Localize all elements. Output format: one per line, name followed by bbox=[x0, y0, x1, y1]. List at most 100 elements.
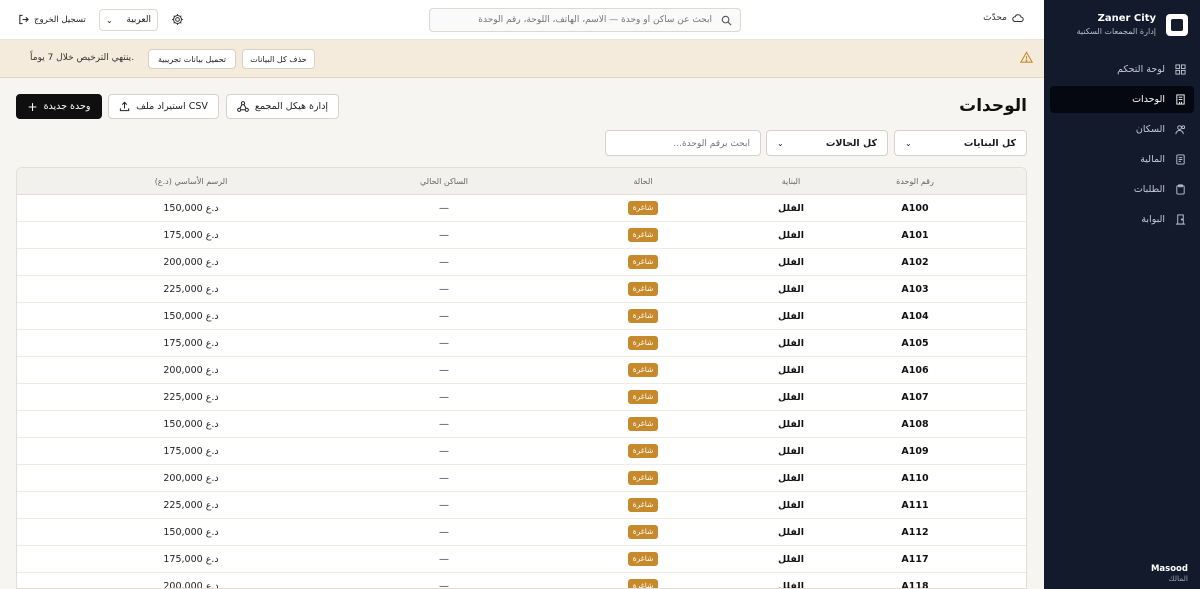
table-row[interactable]: A111 الفلل شاغرة — 225,000 د.ع bbox=[17, 492, 1026, 519]
table-row[interactable]: A112 الفلل شاغرة — 150,000 د.ع bbox=[17, 519, 1026, 546]
unit-status-cell: شاغرة bbox=[583, 411, 703, 438]
status-badge: شاغرة bbox=[627, 443, 659, 458]
user-role: المالك bbox=[1168, 574, 1188, 583]
sidebar-item-label: الطلبات bbox=[1133, 184, 1165, 195]
table-row[interactable]: A100 الفلل شاغرة — 150,000 د.ع bbox=[17, 195, 1026, 222]
table-row[interactable]: A104 الفلل شاغرة — 150,000 د.ع bbox=[17, 303, 1026, 330]
delete-all-data-button[interactable]: حذف كل البيانات bbox=[242, 49, 315, 69]
unit-building: الفلل bbox=[777, 581, 805, 589]
sidebar-item-residents[interactable]: السكان bbox=[1050, 116, 1194, 143]
new-unit-button[interactable]: + وحدة جديدة bbox=[16, 94, 102, 119]
new-unit-label: وحدة جديدة bbox=[43, 101, 91, 112]
unit-fee: 175,000 د.ع bbox=[163, 230, 219, 241]
table-row[interactable]: A108 الفلل شاغرة — 150,000 د.ع bbox=[17, 411, 1026, 438]
unit-building: الفلل bbox=[777, 446, 805, 457]
warning-icon bbox=[1020, 51, 1033, 63]
building-icon bbox=[1176, 94, 1185, 105]
table-row[interactable]: A109 الفلل شاغرة — 175,000 د.ع bbox=[17, 438, 1026, 465]
unit-resident: — bbox=[439, 473, 449, 484]
unit-status-cell: شاغرة bbox=[583, 465, 703, 492]
global-search[interactable] bbox=[429, 8, 741, 32]
header-fee[interactable]: الرسم الأساسي (د.ع) bbox=[131, 168, 251, 195]
gear-icon[interactable] bbox=[171, 13, 184, 26]
license-banner: حذف كل البيانات تحميل بيانات تجريبية ينت… bbox=[0, 40, 1044, 78]
unit-resident: — bbox=[439, 284, 449, 295]
manage-structure-button[interactable]: إدارة هيكل المجمع bbox=[226, 94, 339, 119]
header-building[interactable]: البناية bbox=[731, 168, 851, 195]
table-row[interactable]: A118 الفلل شاغرة — 200,000 د.ع bbox=[17, 573, 1026, 589]
units-table: رقم الوحدة البناية الحالة الساكن الحالي … bbox=[16, 167, 1027, 589]
status-badge: شاغرة bbox=[627, 227, 659, 242]
header-resident[interactable]: الساكن الحالي bbox=[384, 168, 504, 195]
status-badge: شاغرة bbox=[627, 335, 659, 350]
search-input[interactable] bbox=[438, 12, 714, 28]
user-profile[interactable]: Masood المالك bbox=[1151, 564, 1188, 583]
language-select[interactable]: ⌄ العربية bbox=[99, 9, 158, 31]
brand-logo-icon bbox=[1166, 14, 1188, 36]
hierarchy-icon bbox=[237, 101, 249, 112]
table-row[interactable]: A107 الفلل شاغرة — 225,000 د.ع bbox=[17, 384, 1026, 411]
unit-search-input[interactable] bbox=[606, 132, 760, 156]
status-badge: شاغرة bbox=[627, 470, 659, 485]
sidebar-item-gate[interactable]: البوابة bbox=[1050, 206, 1194, 233]
table-row[interactable]: A105 الفلل شاغرة — 175,000 د.ع bbox=[17, 330, 1026, 357]
table-row[interactable]: A103 الفلل شاغرة — 225,000 د.ع bbox=[17, 276, 1026, 303]
user-name: Masood bbox=[1150, 564, 1188, 574]
unit-building: الفلل bbox=[777, 473, 805, 484]
brand: Zaner City إدارة المجمعات السكنية bbox=[1077, 12, 1188, 38]
building-filter-value: كل البنايات bbox=[963, 137, 1016, 149]
unit-number: A118 bbox=[901, 581, 929, 589]
sidebar-item-units[interactable]: الوحدات bbox=[1050, 86, 1194, 113]
status-badge: شاغرة bbox=[627, 200, 659, 215]
table-row[interactable]: A106 الفلل شاغرة — 200,000 د.ع bbox=[17, 357, 1026, 384]
sync-status: محدّث bbox=[983, 13, 1024, 23]
sidebar-item-label: لوحة التحكم bbox=[1117, 64, 1165, 75]
import-csv-button[interactable]: استيراد ملف CSV bbox=[108, 94, 219, 119]
building-filter[interactable]: كل البنايات ⌄ bbox=[894, 130, 1027, 156]
unit-number: A108 bbox=[901, 419, 929, 430]
unit-building: الفلل bbox=[777, 338, 805, 349]
sidebar-item-requests[interactable]: الطلبات bbox=[1050, 176, 1194, 203]
table-row[interactable]: A102 الفلل شاغرة — 200,000 د.ع bbox=[17, 249, 1026, 276]
unit-fee: 175,000 د.ع bbox=[163, 338, 219, 349]
unit-status-cell: شاغرة bbox=[583, 276, 703, 303]
unit-building: الفلل bbox=[777, 203, 805, 214]
unit-number: A110 bbox=[901, 473, 929, 484]
upload-icon bbox=[119, 101, 130, 112]
plus-icon: + bbox=[27, 99, 38, 114]
brand-subtitle: إدارة المجمعات السكنية bbox=[1076, 27, 1156, 36]
unit-resident: — bbox=[439, 203, 449, 214]
sidebar: Zaner City إدارة المجمعات السكنية لوحة ا… bbox=[1044, 0, 1200, 589]
unit-status-cell: شاغرة bbox=[583, 249, 703, 276]
sidebar-item-dashboard[interactable]: لوحة التحكم bbox=[1050, 56, 1194, 83]
unit-fee: 200,000 د.ع bbox=[163, 257, 219, 268]
unit-resident: — bbox=[439, 230, 449, 241]
header-unit[interactable]: رقم الوحدة bbox=[855, 168, 975, 195]
unit-status-cell: شاغرة bbox=[583, 195, 703, 222]
logout-label: تسجيل الخروج bbox=[34, 14, 86, 25]
status-filter[interactable]: كل الحالات ⌄ bbox=[766, 130, 888, 156]
unit-status-cell: شاغرة bbox=[583, 519, 703, 546]
table-body: A100 الفلل شاغرة — 150,000 د.ع A101 الفلل شاغرة… bbox=[17, 195, 1026, 589]
status-badge: شاغرة bbox=[627, 389, 659, 404]
language-value: العربية bbox=[126, 15, 151, 25]
table-row[interactable]: A110 الفلل شاغرة — 200,000 د.ع bbox=[17, 465, 1026, 492]
load-sample-data-button[interactable]: تحميل بيانات تجريبية bbox=[148, 49, 236, 69]
sync-status-label: محدّث bbox=[983, 13, 1007, 23]
unit-building: الفلل bbox=[777, 230, 805, 241]
unit-number: A103 bbox=[901, 284, 929, 295]
import-csv-label: استيراد ملف CSV bbox=[136, 101, 208, 112]
unit-fee: 200,000 د.ع bbox=[163, 473, 219, 484]
logout-icon bbox=[19, 14, 29, 25]
unit-building: الفلل bbox=[777, 419, 805, 430]
sidebar-item-finance[interactable]: المالية bbox=[1050, 146, 1194, 173]
table-row[interactable]: A117 الفلل شاغرة — 175,000 د.ع bbox=[17, 546, 1026, 573]
unit-resident: — bbox=[439, 419, 449, 430]
header-status[interactable]: الحالة bbox=[583, 168, 703, 195]
unit-search[interactable] bbox=[605, 130, 761, 156]
table-row[interactable]: A101 الفلل شاغرة — 175,000 د.ع bbox=[17, 222, 1026, 249]
door-icon bbox=[1175, 214, 1186, 225]
unit-fee: 175,000 د.ع bbox=[163, 554, 219, 565]
logout-button[interactable]: تسجيل الخروج bbox=[18, 14, 86, 25]
unit-number: A112 bbox=[901, 527, 929, 538]
